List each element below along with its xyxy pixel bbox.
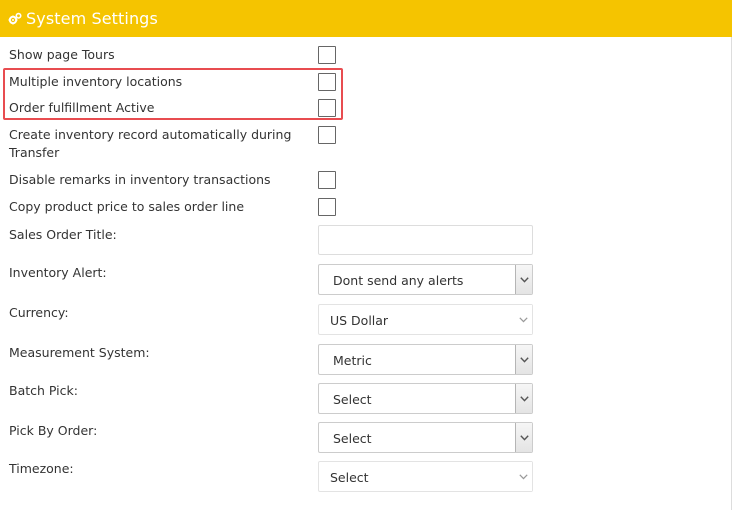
currency-label: Currency: <box>9 305 69 320</box>
pick-by-order-value: Select <box>333 431 372 446</box>
highlight-box <box>3 68 343 120</box>
show-page-tours-label: Show page Tours <box>9 47 115 62</box>
chevron-down-icon <box>515 384 532 413</box>
panel-header: System Settings <box>0 0 732 37</box>
chevron-down-icon <box>515 345 532 374</box>
timezone-select[interactable]: Select <box>318 461 533 492</box>
inventory-alert-value: Dont send any alerts <box>333 273 464 288</box>
measurement-system-select[interactable]: Metric <box>318 344 533 375</box>
system-settings-panel: System Settings Show page Tours Multiple… <box>0 0 732 510</box>
panel-title: System Settings <box>26 9 158 28</box>
timezone-value: Select <box>330 470 369 485</box>
show-page-tours-checkbox[interactable] <box>318 46 336 64</box>
sales-order-title-label: Sales Order Title: <box>9 227 117 242</box>
measurement-system-label: Measurement System: <box>9 345 150 360</box>
currency-select[interactable]: US Dollar <box>318 304 533 335</box>
gears-icon <box>8 12 22 24</box>
create-inventory-record-label: Create inventory record automatically du… <box>9 127 292 160</box>
disable-remarks-label: Disable remarks in inventory transaction… <box>9 172 271 187</box>
currency-value: US Dollar <box>330 313 389 328</box>
batch-pick-select[interactable]: Select <box>318 383 533 414</box>
timezone-label: Timezone: <box>9 461 74 476</box>
sales-order-title-input[interactable] <box>318 225 533 255</box>
inventory-alert-select[interactable]: Dont send any alerts <box>318 264 533 295</box>
disable-remarks-checkbox[interactable] <box>318 171 336 189</box>
chevron-down-icon <box>515 265 532 294</box>
chevron-down-icon <box>515 423 532 452</box>
chevron-down-icon <box>515 305 532 334</box>
inventory-alert-label: Inventory Alert: <box>9 265 107 280</box>
copy-product-price-checkbox[interactable] <box>318 198 336 216</box>
create-inventory-record-checkbox[interactable] <box>318 126 336 144</box>
batch-pick-label: Batch Pick: <box>9 383 78 398</box>
copy-product-price-label: Copy product price to sales order line <box>9 199 245 214</box>
pick-by-order-label: Pick By Order: <box>9 423 98 438</box>
pick-by-order-select[interactable]: Select <box>318 422 533 453</box>
chevron-down-icon <box>515 462 532 491</box>
measurement-system-value: Metric <box>333 353 372 368</box>
batch-pick-value: Select <box>333 392 372 407</box>
